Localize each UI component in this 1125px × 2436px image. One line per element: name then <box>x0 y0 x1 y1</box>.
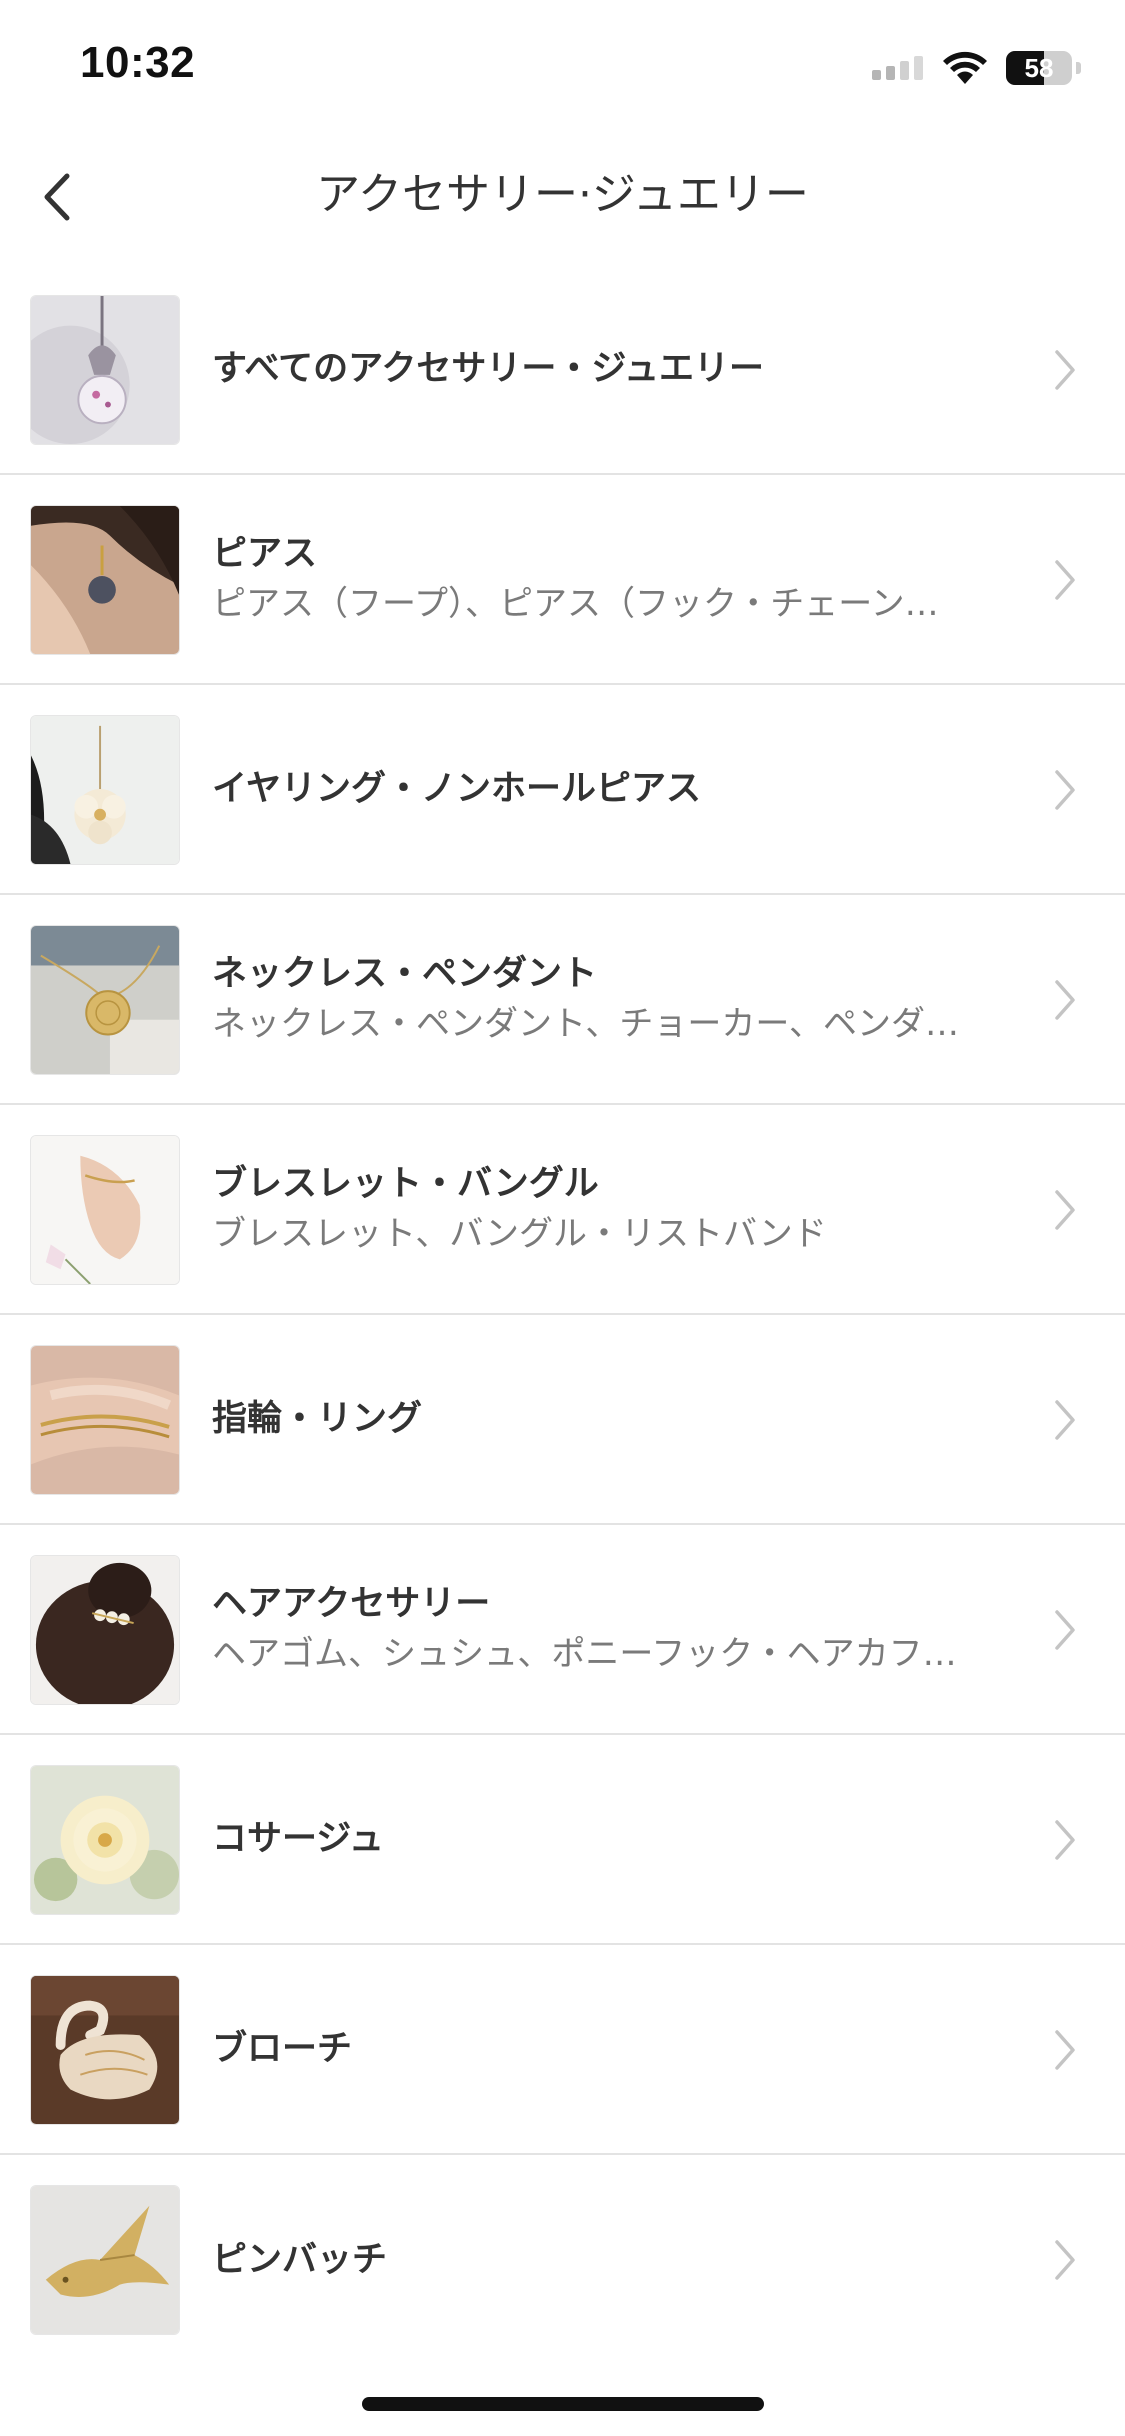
category-title: すべてのアクセサリー・ジュエリー <box>212 349 764 389</box>
category-text: コサージュ <box>212 1735 1005 1943</box>
hair-accessory-thumbnail <box>30 1555 180 1705</box>
chevron-right-icon <box>1055 980 1075 1020</box>
chevron-right-icon <box>1055 1400 1075 1440</box>
swallow-pin-thumbnail <box>30 2185 180 2335</box>
category-text: ブローチ <box>212 1945 1005 2153</box>
status-bar: 10:32 58 <box>0 0 1125 135</box>
category-row-pin-badges[interactable]: ピンバッチ <box>0 2155 1125 2365</box>
category-title: 指輪・リング <box>212 1399 423 1439</box>
category-title: ネックレス・ペンダント <box>212 954 598 994</box>
category-text: ブレスレット・バングル ブレスレット、バングル・リストバンド <box>212 1105 1005 1313</box>
category-title: ヘアアクセサリー <box>212 1584 491 1624</box>
cellular-signal-icon <box>872 56 923 80</box>
battery-percentage: 58 <box>1024 53 1054 83</box>
category-title: ブローチ <box>212 2029 353 2069</box>
chevron-right-icon <box>1055 2030 1075 2070</box>
category-text: ヘアアクセサリー ヘアゴム、シュシュ、ポニーフック・ヘアカフ… <box>212 1525 1005 1733</box>
category-row-rings[interactable]: 指輪・リング <box>0 1315 1125 1525</box>
chevron-right-icon <box>1055 350 1075 390</box>
category-list: すべてのアクセサリー・ジュエリー ピアス ピアス（フープ）、ピアス（フック・チェ… <box>0 265 1125 2365</box>
category-row-bracelets[interactable]: ブレスレット・バングル ブレスレット、バングル・リストバンド <box>0 1105 1125 1315</box>
category-text: 指輪・リング <box>212 1315 1005 1523</box>
category-text: ピンバッチ <box>212 2155 1005 2365</box>
navigation-bar: アクセサリー·ジュエリー <box>0 135 1125 265</box>
earring-thumbnail <box>30 505 180 655</box>
category-row-pierced-earrings[interactable]: ピアス ピアス（フープ）、ピアス（フック・チェーン… <box>0 475 1125 685</box>
chevron-right-icon <box>1055 770 1075 810</box>
category-title: ブレスレット・バングル <box>212 1164 599 1204</box>
category-title: コサージュ <box>212 1819 384 1859</box>
category-row-hair-accessories[interactable]: ヘアアクセサリー ヘアゴム、シュシュ、ポニーフック・ヘアカフ… <box>0 1525 1125 1735</box>
bracelet-thumbnail <box>30 1135 180 1285</box>
chevron-right-icon <box>1055 2240 1075 2280</box>
chevron-right-icon <box>1055 1820 1075 1860</box>
pendant-thumbnail <box>30 295 180 445</box>
back-button[interactable] <box>20 161 92 233</box>
corsage-thumbnail <box>30 1765 180 1915</box>
category-title: ピンバッチ <box>212 2240 388 2280</box>
category-subtitle: ブレスレット、バングル・リストバンド <box>212 1214 827 1254</box>
category-row-corsages[interactable]: コサージュ <box>0 1735 1125 1945</box>
category-title: ピアス <box>212 534 318 574</box>
status-time: 10:32 <box>80 38 196 87</box>
battery-icon: 58 <box>1006 51 1072 85</box>
chevron-right-icon <box>1055 1190 1075 1230</box>
category-row-clip-earrings[interactable]: イヤリング・ノンホールピアス <box>0 685 1125 895</box>
swan-brooch-thumbnail <box>30 1975 180 2125</box>
category-text: ネックレス・ペンダント ネックレス・ペンダント、チョーカー、ペンダ… <box>212 895 1005 1103</box>
necklace-thumbnail <box>30 925 180 1075</box>
category-text: ピアス ピアス（フープ）、ピアス（フック・チェーン… <box>212 475 1005 683</box>
status-icons: 58 <box>872 48 1081 88</box>
category-subtitle: ピアス（フープ）、ピアス（フック・チェーン… <box>212 584 939 624</box>
category-text: イヤリング・ノンホールピアス <box>212 685 1005 893</box>
category-subtitle: ネックレス・ペンダント、チョーカー、ペンダ… <box>212 1004 959 1044</box>
chevron-right-icon <box>1055 560 1075 600</box>
wifi-icon <box>943 51 987 84</box>
category-row-brooches[interactable]: ブローチ <box>0 1945 1125 2155</box>
chevron-right-icon <box>1055 1610 1075 1650</box>
category-text: すべてのアクセサリー・ジュエリー <box>212 265 1005 473</box>
category-title: イヤリング・ノンホールピアス <box>212 769 701 809</box>
battery-cap <box>1076 62 1081 74</box>
ring-thumbnail <box>30 1345 180 1495</box>
chevron-left-icon <box>44 173 70 221</box>
category-row-necklaces[interactable]: ネックレス・ペンダント ネックレス・ペンダント、チョーカー、ペンダ… <box>0 895 1125 1105</box>
category-row-all[interactable]: すべてのアクセサリー・ジュエリー <box>0 265 1125 475</box>
page-title: アクセサリー·ジュエリー <box>316 169 809 220</box>
flower-earring-thumbnail <box>30 715 180 865</box>
home-indicator[interactable] <box>362 2397 764 2411</box>
category-subtitle: ヘアゴム、シュシュ、ポニーフック・ヘアカフ… <box>212 1634 957 1674</box>
